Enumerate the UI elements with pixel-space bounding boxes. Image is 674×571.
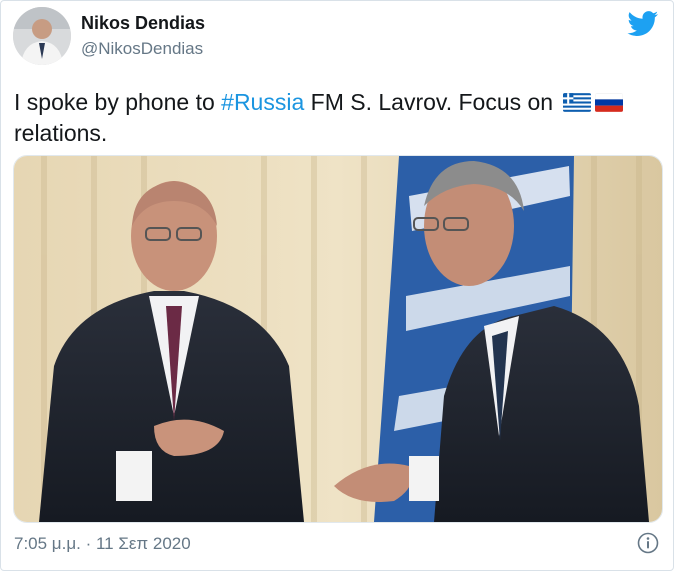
info-icon[interactable] <box>637 532 659 554</box>
twitter-bird-icon[interactable] <box>627 11 659 37</box>
tweet-card: Nikos Dendias @NikosDendias I spoke by p… <box>0 0 674 571</box>
hashtag-link[interactable]: #Russia <box>221 89 304 115</box>
author-handle[interactable]: @NikosDendias <box>81 39 203 59</box>
russian-flag-icon <box>595 93 624 112</box>
tweet-text-start: I spoke by phone to <box>14 89 222 115</box>
tweet-timestamp[interactable]: 7:05 μ.μ. · 11 Σεπ 2020 <box>14 534 191 554</box>
avatar[interactable] <box>13 7 71 65</box>
greek-flag-icon <box>563 93 592 112</box>
tweet-photo[interactable] <box>13 155 663 523</box>
tweet-text-end: relations. <box>14 120 108 146</box>
author-name[interactable]: Nikos Dendias <box>81 13 205 34</box>
tweet-text: I spoke by phone to #Russia FM S. Lavrov… <box>14 87 654 149</box>
tweet-text-middle: FM S. Lavrov. Focus on <box>304 89 560 115</box>
